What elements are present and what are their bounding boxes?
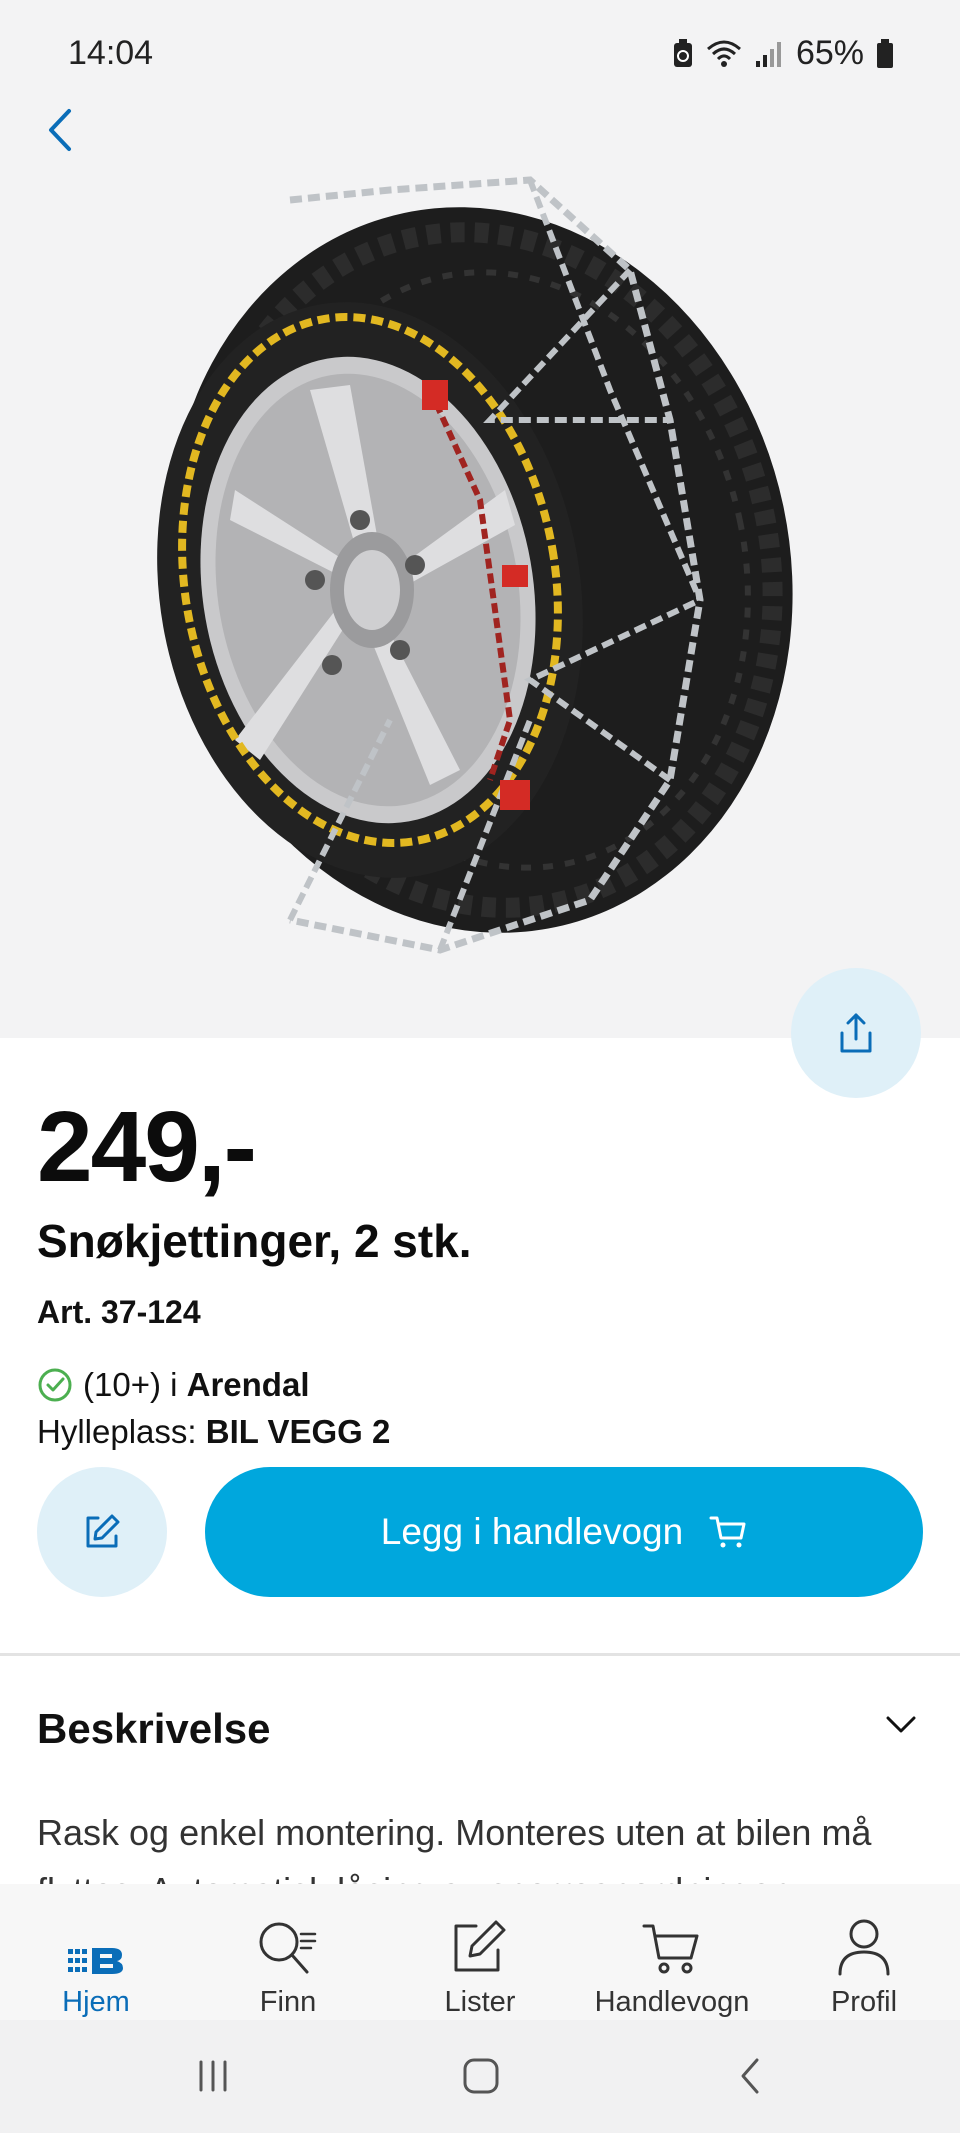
profile-icon [838, 1919, 890, 1976]
signal-icon [755, 41, 781, 67]
nav-label-profil: Profil [830, 1986, 898, 2018]
stock-store[interactable]: Arendal [187, 1366, 310, 1403]
check-circle-icon [38, 1368, 72, 1402]
back-button[interactable] [30, 100, 90, 160]
product-image-area [0, 100, 960, 1038]
system-back-icon [741, 2058, 759, 2094]
nav-label-handlevogn: Handlevogn [594, 1986, 750, 2018]
nav-item-finn[interactable]: Finn [192, 1884, 384, 2020]
chevron-down-icon [886, 1716, 916, 1733]
system-back-button[interactable] [720, 2050, 780, 2102]
status-time: 14:04 [68, 34, 154, 72]
nav-label-finn: Finn [259, 1986, 317, 2018]
battery-saver-icon [673, 38, 692, 67]
add-to-cart-button[interactable]: Legg i handlevogn [205, 1467, 923, 1597]
shelf-value: BIL VEGG 2 [205, 1413, 391, 1450]
tire-with-snow-chains-image [157, 176, 793, 954]
nav-item-handlevogn[interactable]: Handlevogn [576, 1884, 768, 2020]
wifi-icon [706, 40, 741, 67]
edit-icon [86, 1514, 120, 1548]
shelf-label: Hylleplass: [37, 1413, 206, 1450]
chevron-left-icon [49, 109, 71, 151]
nav-label-lister: Lister [444, 1986, 516, 2018]
nav-item-hjem[interactable]: Hjem [0, 1884, 192, 2020]
article-number: Art. 37-124 [37, 1294, 201, 1330]
nav-label-hjem: Hjem [62, 1986, 130, 2018]
cart-icon [709, 1516, 746, 1548]
home-square-icon [463, 2058, 499, 2094]
add-to-cart-label: Legg i handlevogn [380, 1511, 684, 1552]
nav-item-profil[interactable]: Profil [768, 1884, 960, 2020]
recent-apps-button[interactable] [183, 2050, 243, 2102]
product-title: Snøkjettinger, 2 stk. [37, 1215, 472, 1267]
stock-count: (10+) i [83, 1366, 187, 1403]
cart-nav-icon [642, 1924, 699, 1974]
share-icon [840, 1013, 872, 1053]
description-toggle[interactable] [884, 1714, 918, 1741]
status-bar: 14:04 65% [0, 0, 960, 100]
bottom-nav: Hjem Finn Lister Handlevogn Profil [0, 1884, 960, 2020]
system-nav-bar [0, 2020, 960, 2133]
add-to-list-button[interactable] [37, 1467, 167, 1597]
shelf-location: Hylleplass: BIL VEGG 2 [37, 1413, 390, 1451]
home-logo-icon [68, 1948, 123, 1974]
product-price: 249,- [37, 1091, 257, 1203]
battery-percent: 65% [795, 34, 864, 72]
description-text: Rask og enkel montering. Monteres uten a… [37, 1812, 872, 1884]
battery-icon [877, 38, 893, 68]
home-button[interactable] [451, 2050, 511, 2102]
stock-status: (10+) i Arendal [37, 1366, 310, 1404]
search-list-icon [259, 1922, 317, 1974]
recent-apps-icon [199, 2060, 227, 2092]
section-divider [0, 1653, 960, 1656]
description-heading[interactable]: Beskrivelse [37, 1705, 271, 1753]
nav-item-lister[interactable]: Lister [384, 1884, 576, 2020]
status-icons: 65% [672, 34, 894, 73]
share-button[interactable] [791, 968, 921, 1098]
edit-list-icon [454, 1920, 506, 1972]
